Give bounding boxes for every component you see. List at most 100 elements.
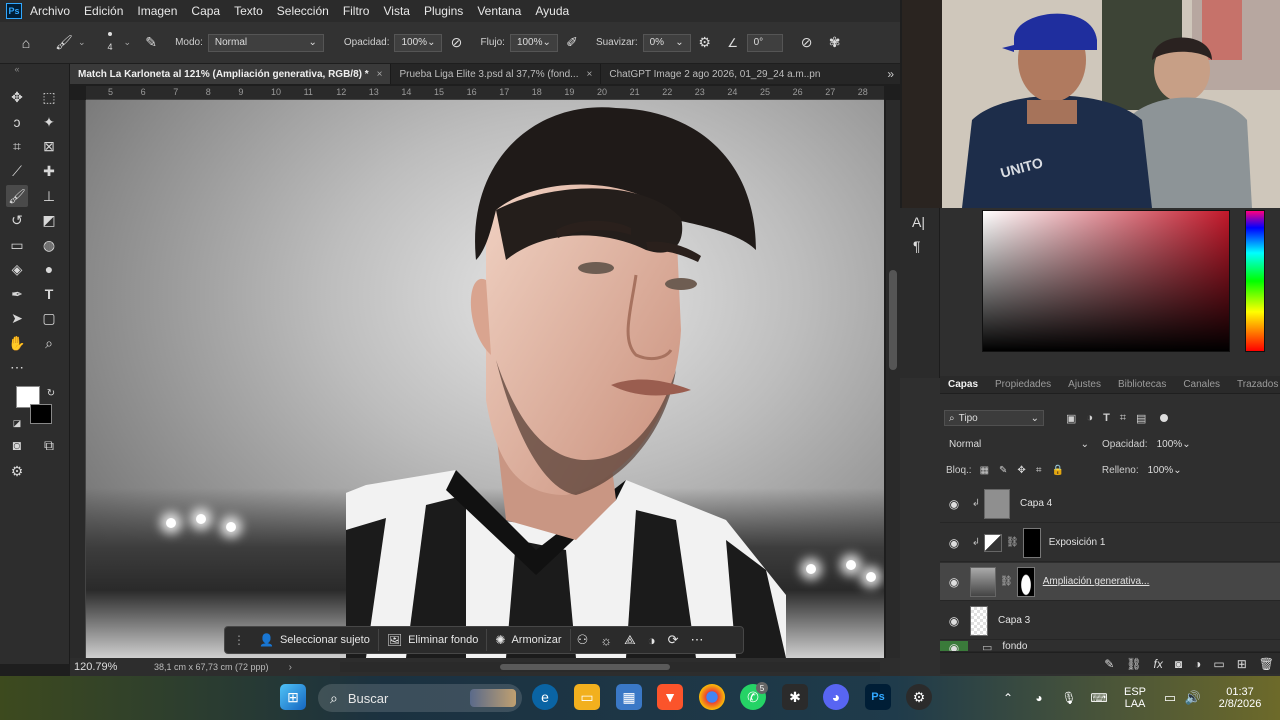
pen-tool-icon[interactable]: ✒ (6, 283, 28, 305)
frame-tool-icon[interactable]: ⊠ (38, 135, 60, 157)
angle-input[interactable]: 0° (746, 33, 783, 52)
eye-icon[interactable]: ◉ (940, 536, 968, 550)
layer-name[interactable]: Exposición 1 (1049, 537, 1106, 548)
chrome-icon[interactable] (699, 684, 725, 710)
home-icon[interactable]: ⌂ (16, 33, 36, 53)
chevron-up-icon[interactable]: ⌃ (1000, 676, 1016, 720)
brush-preset-icon[interactable]: 🖌 (54, 33, 74, 53)
hue-slider[interactable] (1245, 210, 1265, 352)
layer-row[interactable]: ◉ ↲ ⛓ Exposición 1 (940, 524, 1280, 562)
contrast-icon[interactable]: ◑ (642, 633, 662, 648)
filter-smart-icon[interactable]: ▤ (1136, 412, 1146, 425)
tabs-overflow-icon[interactable]: » (887, 67, 894, 81)
menu-archivo[interactable]: Archivo (30, 4, 70, 18)
lock-all-icon[interactable]: 🔒 (1051, 465, 1063, 476)
lock-position-icon[interactable]: ✥ (1017, 465, 1025, 476)
filter-pixel-icon[interactable]: ▣ (1066, 412, 1076, 425)
brush-settings-icon[interactable]: ✎ (141, 33, 161, 53)
brush-size-picker[interactable]: 4 (98, 28, 124, 58)
harmonize-button[interactable]: ✺ Armonizar (487, 629, 571, 651)
opacity-input[interactable]: 100% ⌄ (394, 33, 443, 52)
app-icon[interactable]: ⚙ (906, 684, 932, 710)
layer-name[interactable]: Capa 4 (1020, 498, 1052, 509)
zoom-level[interactable]: 120.79% (74, 661, 154, 673)
layer-opacity-input[interactable]: 100% ⌄ (1151, 436, 1196, 452)
screen-mode-icon[interactable]: ⧉ (38, 434, 60, 456)
brave-icon[interactable]: ▼ (657, 684, 683, 710)
eyedropper-tool-icon[interactable]: ⟋ (6, 160, 28, 182)
network-status-icon[interactable]: ◕ (1030, 676, 1048, 720)
pressure-opacity-icon[interactable]: ⊘ (446, 33, 466, 53)
tab-canales[interactable]: Canales (1175, 379, 1229, 390)
menu-vista[interactable]: Vista (383, 4, 409, 18)
symmetry-icon[interactable]: ✾ (825, 33, 845, 53)
doc-tab-match[interactable]: Match La Karloneta al 121% (Ampliación g… (70, 64, 392, 84)
more-tools-icon[interactable]: ⋯ (6, 356, 28, 378)
discord-icon[interactable]: ◕ (823, 684, 849, 710)
store-icon[interactable]: ▦ (616, 684, 642, 710)
menu-imagen[interactable]: Imagen (137, 4, 177, 18)
blend-mode-select[interactable]: Normal ⌄ (944, 436, 1094, 452)
link-icon[interactable]: ⛓ (1000, 576, 1013, 587)
edit-toolbar-icon[interactable]: ⚙ (6, 460, 28, 482)
gear-icon[interactable]: ⚙ (695, 33, 715, 53)
eye-icon[interactable]: ◉ (940, 575, 968, 589)
layer-row[interactable]: ◉ ⛓ Ampliación generativa... (940, 563, 1280, 601)
close-icon[interactable]: × (377, 69, 383, 80)
lock-artboard-icon[interactable]: ⌗ (1036, 465, 1042, 476)
paint-bucket-tool-icon[interactable]: ◈ (6, 258, 28, 280)
windows-start-icon[interactable]: ⊞ (280, 684, 306, 710)
lasso-tool-icon[interactable]: ↄ (6, 111, 28, 133)
close-icon[interactable]: × (587, 69, 593, 80)
marquee-tool-icon[interactable]: ⬚ (38, 86, 60, 108)
language-indicator[interactable]: ESP LAA (1120, 676, 1150, 720)
color-picker-field[interactable] (982, 210, 1230, 352)
trash-icon[interactable]: 🗑 (1259, 657, 1274, 671)
smooth-input[interactable]: 0% ⌄ (642, 33, 691, 52)
swap-colors-icon[interactable]: ↻ (40, 382, 62, 404)
brush-icon[interactable]: ✎ (1104, 657, 1114, 671)
light-icon[interactable]: ☼ (594, 633, 618, 648)
paragraph-panel-icon[interactable]: ¶ (913, 238, 921, 254)
default-colors-icon[interactable]: ◪ (6, 412, 28, 434)
fill-input[interactable]: 100% ⌄ (1142, 462, 1187, 478)
tab-capas[interactable]: Capas (940, 379, 987, 390)
menu-plugins[interactable]: Plugins (424, 4, 463, 18)
tab-bibliotecas[interactable]: Bibliotecas (1110, 379, 1175, 390)
magic-wand-tool-icon[interactable]: ✦ (38, 111, 60, 133)
layer-row[interactable]: ◉ ↲ Capa 4 (940, 485, 1280, 523)
slack-icon[interactable]: ✱ (782, 684, 808, 710)
display-icon[interactable]: ▭ (1160, 676, 1180, 720)
healing-brush-tool-icon[interactable]: ✚ (38, 160, 60, 182)
scroll-thumb[interactable] (500, 664, 670, 670)
filter-adjustment-icon[interactable]: ◑ (1086, 412, 1093, 424)
hand-tool-icon[interactable]: ✋ (6, 332, 28, 354)
menu-texto[interactable]: Texto (234, 4, 263, 18)
select-subject-button[interactable]: 👤 Seleccionar sujeto (251, 629, 379, 651)
chevron-right-icon[interactable]: › (289, 662, 292, 673)
move-tool-icon[interactable]: ✥ (6, 86, 28, 108)
tab-trazados[interactable]: Trazados (1229, 379, 1280, 390)
taskbar-search[interactable]: ⌕ Buscar (318, 684, 522, 712)
chevron-down-icon[interactable]: ⌄ (78, 37, 86, 48)
history-brush-tool-icon[interactable]: ↺ (6, 209, 28, 231)
layer-row[interactable]: ◉ ▭ fondo (940, 641, 1280, 652)
new-layer-icon[interactable]: ⊞ (1237, 657, 1247, 671)
canvas-horizontal-scrollbar[interactable] (340, 662, 880, 672)
clone-stamp-tool-icon[interactable]: ⊥ (38, 185, 60, 207)
mode-select[interactable]: Normal ⌄ (207, 33, 324, 52)
adjust-icon[interactable]: ⚇ (571, 632, 595, 648)
layer-name[interactable]: Capa 3 (998, 615, 1030, 626)
layer-name[interactable]: Ampliación generativa... (1043, 576, 1150, 587)
flow-input[interactable]: 100% ⌄ (509, 33, 558, 52)
collapse-icon[interactable]: « (6, 58, 28, 80)
zoom-tool-icon[interactable]: ⌕ (38, 332, 60, 354)
rectangle-tool-icon[interactable]: ▢ (38, 307, 60, 329)
file-explorer-icon[interactable]: ▭ (574, 684, 600, 710)
layer-name[interactable]: fondo (1002, 641, 1027, 651)
clock[interactable]: 01:37 2/8/2026 (1210, 676, 1270, 720)
doc-tab-prueba[interactable]: Prueba Liga Elite 3.psd al 37,7% (fond..… (391, 64, 602, 84)
brush-tool-icon[interactable]: 🖌 (6, 185, 28, 207)
quick-mask-icon[interactable]: ◙ (6, 434, 28, 456)
microphone-icon[interactable]: 🎙 (1060, 676, 1078, 720)
